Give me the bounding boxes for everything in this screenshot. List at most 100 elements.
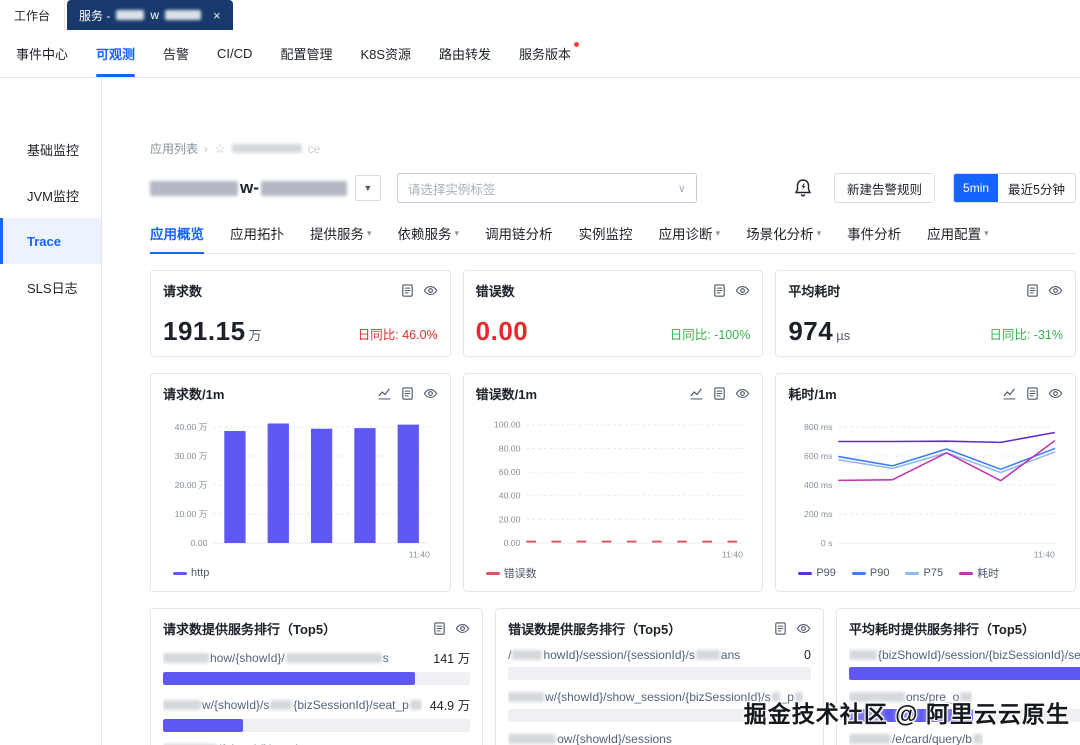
tab-trace-analysis[interactable]: 调用链分析 [485,223,553,253]
nav-item-alerts[interactable]: 告警 [163,30,189,77]
nav-item-observability[interactable]: 可观测 [96,30,135,77]
sidebar-item-sls-logs[interactable]: SLS日志 [0,264,101,310]
card-actions [712,283,750,298]
endpoint-path: {bizShowId}/session/{bizSessionId}/se [849,648,1080,662]
trend-icon[interactable] [377,386,392,401]
card-header: 请求数提供服务排行（Top5） [163,619,470,638]
close-icon[interactable]: × [213,8,221,23]
star-icon[interactable]: ☆ [214,141,226,157]
tab-instance-monitoring[interactable]: 实例监控 [579,223,633,253]
tab-scenario-analysis[interactable]: 场景化分析▾ [746,223,821,253]
tab-label: 调用链分析 [485,223,553,243]
app-switcher-button[interactable]: ▼ [355,175,381,201]
log-icon[interactable] [400,283,415,298]
workbench-link[interactable]: 工作台 [0,0,65,30]
log-icon[interactable] [712,386,727,401]
card-header: 平均耗时提供服务排行（Top5） [849,619,1080,638]
eye-icon[interactable] [1048,283,1063,298]
legend-swatch [959,572,973,575]
legend-item-P90[interactable]: P90 [852,565,890,581]
time-range-label: 最近5分钟 [998,179,1075,198]
endpoint-path: w/{showId}/s{bizSessionId}/seat_p [163,698,422,712]
card-actions [432,621,470,636]
sidebar-item-basic-monitoring[interactable]: 基础监控 [0,126,101,172]
tab-app-config[interactable]: 应用配置▾ [927,223,989,253]
kpi-body: 974µs日同比: -31% [788,316,1063,346]
sidebar-item-trace[interactable]: Trace [0,218,101,264]
nav-item-label: 告警 [163,44,189,63]
nav-item-service-version[interactable]: 服务版本 [519,30,571,77]
tab-label: 应用概览 [150,223,204,243]
tab-label: 提供服务 [310,223,364,243]
tab-app-topology[interactable]: 应用拓扑 [230,223,284,253]
rank-item[interactable]: ow/{showId}/sessions [508,732,811,745]
log-icon[interactable] [712,283,727,298]
svg-text:200 ms: 200 ms [804,509,833,519]
rank-item[interactable]: {bizShowId}/session/{bizSessionId}/se176… [849,648,1080,680]
rank-item[interactable]: /howId}/session/{sessionId}/sans0 [508,648,811,680]
service-tab[interactable]: 服务 - w × [67,0,233,30]
log-icon[interactable] [1025,386,1040,401]
log-icon[interactable] [1025,283,1040,298]
eye-icon[interactable] [1048,386,1063,401]
legend-item-http[interactable]: http [173,565,209,581]
legend-swatch [852,572,866,575]
rank-line: /e/card/query/b [849,732,1080,745]
eye-icon[interactable] [796,621,811,636]
tab-dependent-services[interactable]: 依赖服务▾ [398,223,460,253]
legend-label: P99 [816,567,836,579]
eye-icon[interactable] [735,386,750,401]
trend-icon[interactable] [1002,386,1017,401]
nav-item-k8s-resources[interactable]: K8S资源 [360,30,411,77]
rank-item[interactable]: how/{showId}/s141 万 [163,648,470,685]
kpi-day-over-day: 日同比: 46.0% [358,324,438,346]
kpi-card-avg-latency: 平均耗时974µs日同比: -31% [775,270,1076,357]
tab-app-overview[interactable]: 应用概览 [150,223,204,253]
legend-item-错误数[interactable]: 错误数 [486,565,537,581]
eye-icon[interactable] [455,621,470,636]
legend-item-耗时[interactable]: 耗时 [959,565,999,581]
legend-item-P75[interactable]: P75 [905,565,943,581]
kpi-number: 191.15 [163,316,246,346]
nav-item-route-forwarding[interactable]: 路由转发 [439,30,491,77]
eye-icon[interactable] [735,283,750,298]
log-icon[interactable] [400,386,415,401]
tab-event-analysis[interactable]: 事件分析 [847,223,901,253]
svg-text:0.00: 0.00 [191,538,208,548]
nav-item-event-center[interactable]: 事件中心 [16,30,68,77]
time-range-control[interactable]: 5min 最近5分钟 [953,173,1076,203]
kpi-number: 974 [788,316,833,346]
service-tab-label: 服务 - [79,7,110,24]
nav-item-config-management[interactable]: 配置管理 [280,30,332,77]
kpi-card-error-count: 错误数0.00日同比: -100% [463,270,764,357]
alert-bell-icon[interactable] [792,177,814,199]
redacted-text [508,692,544,702]
log-icon[interactable] [432,621,447,636]
kpi-card-request-count: 请求数191.15万日同比: 46.0% [150,270,451,357]
svg-text:400 ms: 400 ms [804,480,833,490]
caret-down-icon: ▾ [984,228,989,239]
instance-tag-select[interactable]: 请选择实例标签 ∨ [397,173,697,203]
trend-icon[interactable] [689,386,704,401]
new-alert-rule-button[interactable]: 新建告警规则 [834,173,935,203]
workbench-topbar: 工作台 服务 - w × [0,0,1080,30]
legend-swatch [173,572,187,575]
rank-line: how/{showId}/s141 万 [163,648,470,667]
chart-card-requests-per-minute: 请求数/1m40.00 万30.00 万20.00 万10.00 万0.0011… [150,373,451,592]
nav-item-cicd[interactable]: CI/CD [217,30,252,77]
rank-item[interactable]: /e/card/query/b [849,732,1080,745]
chart-card-latency-per-minute: 耗时/1m800 ms600 ms400 ms200 ms0 s11:40P99… [775,373,1076,592]
rank-item[interactable]: w/{showId}/s{bizSessionId}/seat_p44.9 万 [163,695,470,732]
eye-icon[interactable] [423,386,438,401]
body-row: 基础监控JVM监控TraceSLS日志 应用列表 › ☆ ce w- ▼ 请选择… [0,78,1080,745]
eye-icon[interactable] [423,283,438,298]
log-icon[interactable] [773,621,788,636]
card-title: 请求数提供服务排行（Top5） [163,619,336,638]
tab-app-diagnosis[interactable]: 应用诊断▾ [659,223,721,253]
tab-provided-services[interactable]: 提供服务▾ [310,223,372,253]
rank-line: ow/{showId}/sessions [508,732,811,745]
breadcrumb-root[interactable]: 应用列表 [150,140,198,157]
sidebar-item-jvm-monitoring[interactable]: JVM监控 [0,172,101,218]
kpi-row: 请求数191.15万日同比: 46.0%错误数0.00日同比: -100%平均耗… [150,270,1076,357]
legend-item-P99[interactable]: P99 [798,565,836,581]
